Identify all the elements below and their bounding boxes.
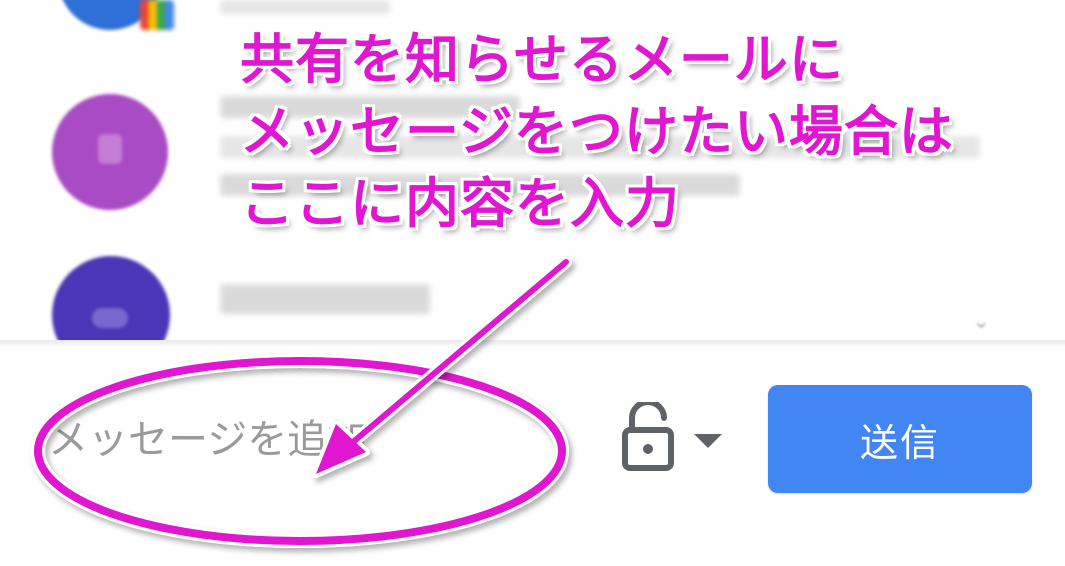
- send-button[interactable]: 送信: [768, 385, 1032, 493]
- lock-open-icon: [622, 399, 674, 471]
- visibility-dropdown[interactable]: [618, 399, 728, 478]
- annotation-line: 共有を知らせるメールに: [240, 28, 844, 91]
- contact-name-blurred: [220, 284, 430, 314]
- contact-name-blurred: [220, 0, 390, 14]
- caret-down-icon: [694, 434, 722, 448]
- avatar-glyph-icon: [92, 308, 128, 328]
- share-dialog: ⌄ 送信 共有を知らせるメールに メッセージをつけたい場合は ここに内容を入力: [0, 0, 1065, 566]
- annotation-callout: 共有を知らせるメールに メッセージをつけたい場合は ここに内容を入力: [240, 24, 1040, 240]
- chevron-down-icon[interactable]: ⌄: [972, 311, 1002, 333]
- annotation-line: ここに内容を入力: [240, 172, 680, 235]
- google-badge-icon: [140, 0, 174, 30]
- annotation-line: メッセージをつけたい場合は: [240, 100, 954, 163]
- contact-row[interactable]: ⌄: [0, 250, 1065, 374]
- contact-avatar: [52, 94, 168, 210]
- avatar-glyph-icon: [98, 134, 122, 164]
- message-input[interactable]: [48, 405, 528, 475]
